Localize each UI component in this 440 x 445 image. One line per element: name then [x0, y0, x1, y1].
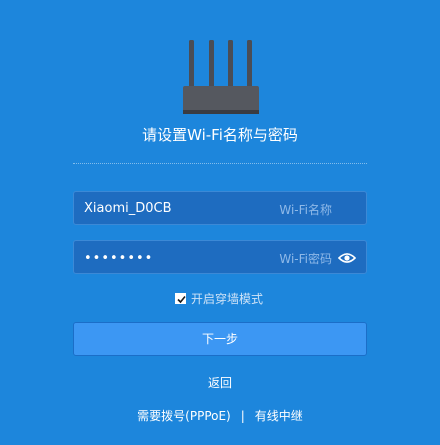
wifi-password-hint: Wi-Fi密码: [279, 252, 332, 266]
wifi-password-field[interactable]: •••••••• Wi-Fi密码: [73, 240, 367, 274]
back-link[interactable]: 返回: [0, 374, 440, 391]
page-title: 请设置Wi-Fi名称与密码: [142, 126, 298, 144]
wifi-name-value[interactable]: Xiaomi_D0CB: [84, 201, 172, 216]
wifi-name-hint: Wi-Fi名称: [279, 203, 332, 217]
bottom-links: 需要拨号(PPPoE) | 有线中继: [0, 407, 440, 424]
pppoe-link[interactable]: 需要拨号(PPPoE): [137, 409, 231, 423]
repeater-link[interactable]: 有线中继: [255, 409, 303, 423]
wifi-password-value[interactable]: ••••••••: [84, 251, 153, 266]
eye-icon[interactable]: [337, 250, 357, 264]
link-separator: |: [240, 409, 245, 423]
wall-mode-label: 开启穿墙模式: [191, 291, 264, 306]
wall-mode-option[interactable]: 开启穿墙模式: [175, 291, 264, 306]
wall-mode-checkbox[interactable]: [175, 292, 186, 304]
router-icon: [183, 40, 259, 116]
next-button[interactable]: 下一步: [73, 322, 367, 356]
divider: [73, 163, 367, 164]
wifi-name-field[interactable]: Xiaomi_D0CB Wi-Fi名称: [73, 191, 367, 225]
